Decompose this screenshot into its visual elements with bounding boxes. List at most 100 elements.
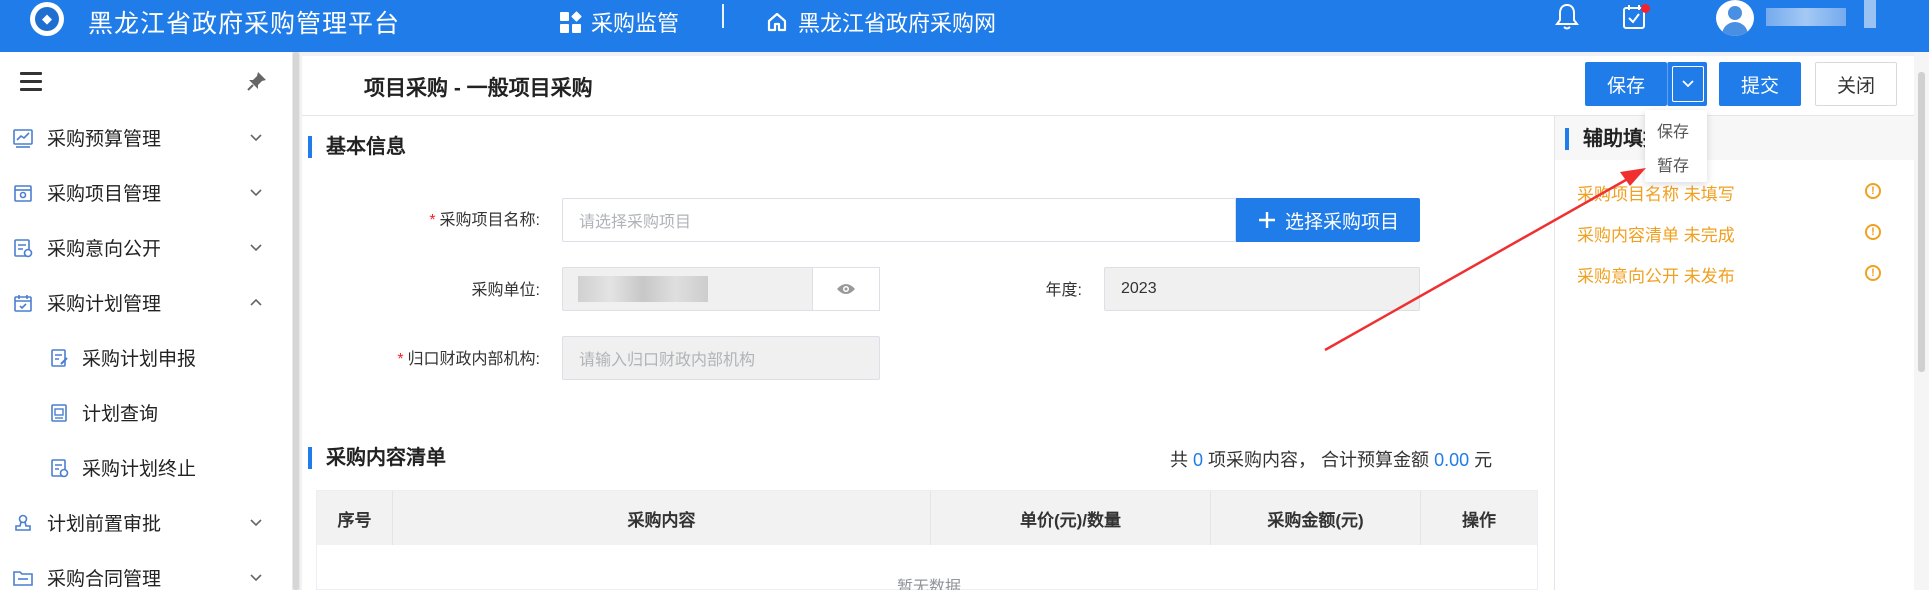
sidebar-header — [0, 52, 292, 112]
sidebar-item-plan[interactable]: 采购计划管理 — [0, 275, 292, 330]
unit-label: 采购单位: — [471, 282, 540, 299]
edit-doc-icon — [51, 348, 68, 367]
sidebar-item-project[interactable]: 采购项目管理 — [0, 165, 292, 220]
sidebar-item-plan-query[interactable]: 计划查询 — [0, 385, 292, 440]
year-label: 年度: — [1045, 282, 1082, 299]
sidebar-item-pre-approval[interactable]: 计划前置审批 — [0, 495, 292, 550]
project-name-input[interactable]: 请选择采购项目 — [562, 198, 1236, 242]
user-menu-redacted[interactable] — [1864, 0, 1876, 28]
assist-panel: 辅助填报 采购项目名称 未填写 ! 采购内容清单 未完成 ! 采购意向公开 未发… — [1554, 116, 1915, 590]
sidebar-item-label: 采购计划终止 — [82, 459, 197, 480]
warning-icon: ! — [1865, 265, 1881, 281]
app-title: 黑龙江省政府采购管理平台 — [88, 10, 401, 38]
finance-dept-input[interactable]: 请输入归口财政内部机构 — [562, 336, 880, 380]
empty-state: 暂无数据 — [897, 579, 962, 590]
column-header: 序号 — [317, 491, 393, 545]
label-text: 采购项目名称: — [439, 212, 540, 229]
close-button[interactable]: 关闭 — [1815, 62, 1897, 106]
sidebar-item-label: 计划前置审批 — [47, 514, 162, 535]
warning-icon: ! — [1865, 224, 1881, 240]
username-redacted[interactable] — [1766, 8, 1846, 26]
content-summary: 共 0 项采购内容， 合计预算金额 0.00 元 — [1170, 446, 1492, 472]
sidebar-item-label: 采购计划管理 — [47, 294, 162, 315]
section-title-content-list: 采购内容清单 — [308, 447, 446, 469]
content-table: 序号 采购内容 单价(元)/数量 采购金额(元) 操作 暂无数据 — [316, 490, 1538, 590]
chevron-down-icon — [250, 518, 262, 526]
chevron-down-icon — [250, 573, 262, 581]
eye-toggle[interactable] — [812, 267, 880, 311]
column-header: 采购内容 — [393, 491, 931, 545]
sidebar-item-intent[interactable]: 采购意向公开 — [0, 220, 292, 275]
plus-icon — [1258, 212, 1275, 228]
total-amount: 0.00 — [1434, 450, 1470, 470]
logo: ◆ — [30, 2, 64, 36]
pin-icon[interactable] — [246, 70, 268, 92]
nav-label: 黑龙江省政府采购网 — [798, 11, 997, 36]
chevron-down-icon — [1681, 80, 1694, 88]
summary-prefix: 共 — [1170, 450, 1188, 470]
select-project-label: 选择采购项目 — [1284, 211, 1399, 233]
nav-label: 采购监管 — [591, 11, 680, 36]
bell-icon[interactable] — [1553, 2, 1581, 32]
submit-button[interactable]: 提交 — [1719, 62, 1801, 106]
task-icon[interactable] — [1620, 2, 1650, 32]
assist-header: 辅助填报 — [1555, 116, 1915, 160]
dropdown-option-draft[interactable]: 暂存 — [1657, 152, 1689, 176]
nav-procurement-supervision[interactable]: 采购监管 — [560, 6, 679, 38]
chevron-down-icon — [250, 133, 262, 141]
year-input: 2023 — [1104, 267, 1420, 311]
item-count: 0 — [1193, 450, 1204, 470]
column-header: 单价(元)/数量 — [931, 491, 1211, 545]
column-header: 操作 — [1462, 510, 1496, 530]
sidebar-item-budget[interactable]: 采购预算管理 — [0, 110, 292, 165]
sidebar-item-label: 采购预算管理 — [47, 129, 162, 150]
assist-item-project-name[interactable]: 采购项目名称 未填写 — [1577, 180, 1735, 205]
chevron-down-icon — [250, 243, 262, 251]
section-title-basic-info: 基本信息 — [308, 136, 406, 158]
dropdown-option-save[interactable]: 保存 — [1657, 118, 1689, 142]
sidebar-item-label: 采购项目管理 — [47, 184, 162, 205]
stamp-icon — [15, 514, 31, 531]
nav-divider — [722, 4, 724, 28]
save-dropdown-menu: 保存 暂存 — [1645, 110, 1707, 182]
page-scrollbar[interactable] — [1914, 52, 1929, 590]
save-dropdown-toggle[interactable] — [1667, 62, 1707, 106]
project-name-label: * 采购项目名称: — [380, 206, 540, 230]
eye-icon — [837, 284, 855, 294]
calendar-icon — [14, 294, 32, 312]
sidebar-item-plan-declare[interactable]: 采购计划申报 — [0, 330, 292, 385]
sidebar-item-label: 计划查询 — [82, 404, 159, 425]
chevron-up-icon — [250, 298, 262, 306]
sidebar-item-label: 采购意向公开 — [47, 239, 162, 260]
chevron-down-icon — [250, 188, 262, 196]
sidebar-item-label: 采购计划申报 — [82, 349, 197, 370]
sidebar: 采购预算管理 采购项目管理 采购意向公开 采购计划管理 采购计划申报 计划查询 … — [0, 52, 292, 590]
menu-icon[interactable] — [20, 72, 42, 96]
grid-icon — [560, 10, 582, 33]
top-bar: ◆ 黑龙江省政府采购管理平台 采购监管 黑龙江省政府采购网 — [0, 0, 1929, 52]
sidebar-item-contract[interactable]: 采购合同管理 — [0, 550, 292, 590]
avatar[interactable] — [1716, 0, 1754, 36]
notification-dot — [1641, 4, 1650, 13]
assist-item-intent[interactable]: 采购意向公开 未发布 — [1577, 262, 1735, 287]
column-header: 采购金额(元) — [1211, 491, 1421, 545]
home-icon — [767, 12, 787, 32]
notice-icon — [14, 238, 33, 257]
sidebar-scrollbar[interactable] — [292, 52, 300, 590]
warning-icon: ! — [1865, 183, 1881, 199]
summary-mid: 项采购内容， 合计预算金额 — [1208, 450, 1430, 470]
unit-value-redacted — [578, 276, 708, 302]
sidebar-item-label: 采购合同管理 — [47, 569, 162, 590]
select-project-button[interactable]: 选择采购项目 — [1236, 198, 1420, 242]
save-button[interactable]: 保存 — [1585, 62, 1667, 106]
folder-icon — [13, 570, 33, 586]
label-text: 归口财政内部机构: — [407, 351, 540, 368]
required-mark: * — [397, 351, 404, 368]
doc-icon — [51, 403, 67, 422]
chart-icon — [13, 128, 33, 148]
sidebar-item-plan-stop[interactable]: 采购计划终止 — [0, 440, 292, 495]
emblem-icon: ◆ — [35, 7, 59, 31]
stop-doc-icon — [51, 458, 69, 477]
assist-item-content-list[interactable]: 采购内容清单 未完成 — [1577, 221, 1735, 246]
nav-procurement-portal[interactable]: 黑龙江省政府采购网 — [766, 6, 996, 38]
